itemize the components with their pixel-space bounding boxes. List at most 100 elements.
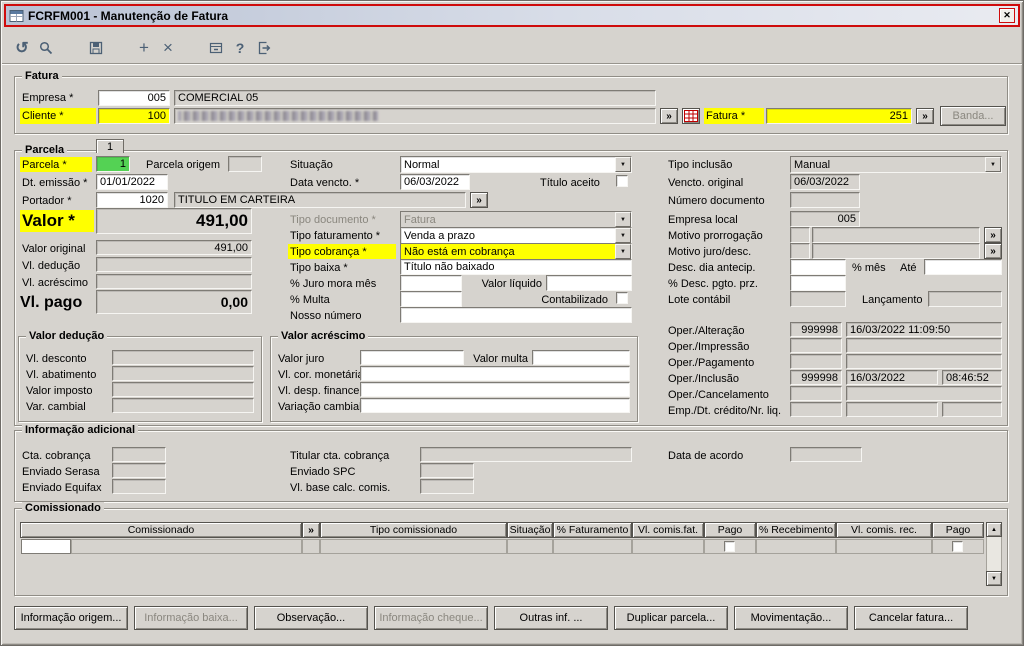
oper-inclusao-label: Oper./Inclusão — [668, 373, 739, 385]
informacao-origem-button[interactable]: Informação origem... — [14, 606, 128, 630]
multa-label: % Multa — [290, 294, 330, 306]
parcela-label: Parcela * — [20, 157, 92, 172]
enviado-equifax-field — [112, 479, 166, 494]
comissionado-row-edit-cell[interactable] — [21, 539, 71, 554]
col-header-vl-comis-fat[interactable]: Vl. comis.fat. — [632, 522, 704, 538]
save-button[interactable] — [84, 36, 108, 60]
col-header-vl-comis-rec[interactable]: Vl. comis. rec. — [836, 522, 932, 538]
col-header-tipo-comissionado[interactable]: Tipo comissionado — [320, 522, 507, 538]
oper-impressao-label: Oper./Impressão — [668, 341, 750, 353]
vl-cor-monetaria-field[interactable] — [360, 366, 630, 381]
desc-pgto-label: % Desc. pgto. prz. — [668, 278, 758, 290]
cliente-name-field — [174, 108, 656, 124]
tipo-baixa-label: Tipo baixa * — [290, 262, 348, 274]
titulo-aceito-checkbox[interactable] — [616, 175, 628, 187]
comissionado-row-cell — [71, 539, 302, 554]
emp-dt-credito-field-2 — [846, 402, 938, 417]
x-icon: × — [163, 38, 173, 57]
outras-inf-button[interactable]: Outras inf. ... — [494, 606, 608, 630]
ate-label: Até — [900, 262, 917, 274]
valor-juro-label: Valor juro — [278, 353, 325, 365]
var-cambial-field — [112, 398, 254, 413]
oper-pagamento-label: Oper./Pagamento — [668, 357, 755, 369]
parcela-tab-1[interactable]: 1 — [96, 139, 124, 153]
desc-dia-field[interactable] — [790, 259, 846, 275]
col-header-pago-1[interactable]: Pago — [704, 522, 756, 538]
scroll-down-icon[interactable]: ▼ — [986, 571, 1002, 586]
vencto-original-field: 06/03/2022 — [790, 174, 860, 190]
chevron-down-icon[interactable]: ▼ — [615, 157, 631, 172]
empresa-local-field: 005 — [790, 211, 860, 227]
exit-button[interactable] — [252, 36, 276, 60]
help-button[interactable]: ? — [228, 36, 252, 60]
dt-emissao-field[interactable]: 01/01/2022 — [96, 174, 168, 190]
col-header-lookup-button[interactable]: » — [302, 522, 320, 538]
pago-rec-checkbox[interactable] — [952, 541, 963, 552]
juro-mora-field[interactable] — [400, 275, 462, 291]
situacao-label: Situação — [290, 159, 333, 171]
valor-liquido-label: Valor líquido — [481, 278, 542, 290]
add-button[interactable]: + — [132, 36, 156, 60]
vl-desp-financeira-field[interactable] — [360, 382, 630, 397]
motivo-juro-lookup-button[interactable]: » — [984, 243, 1002, 259]
oper-impressao-code-field — [790, 338, 842, 353]
valor-juro-field[interactable] — [360, 350, 464, 365]
portador-lookup-button[interactable]: » — [470, 192, 488, 208]
refresh-button[interactable]: ↺ — [10, 36, 34, 60]
tipo-cobranca-label: Tipo cobrança * — [288, 244, 396, 259]
valor-imposto-field — [112, 382, 254, 397]
informacao-cheque-button: Informação cheque... — [374, 606, 488, 630]
pago-fat-checkbox[interactable] — [724, 541, 735, 552]
fatura-lookup-button[interactable]: » — [916, 108, 934, 124]
valor-multa-field[interactable] — [532, 350, 630, 365]
situacao-combo[interactable]: Normal ▼ — [400, 156, 632, 173]
portador-code-field[interactable]: 1020 — [96, 192, 168, 208]
search-button[interactable] — [34, 36, 58, 60]
desc-pgto-field[interactable] — [790, 275, 846, 291]
vl-desconto-field — [112, 350, 254, 365]
motivo-juro-desc-field — [812, 243, 980, 259]
parcela-number-field[interactable]: 1 — [96, 156, 130, 172]
contabilizado-checkbox — [616, 292, 628, 304]
comissionado-legend: Comissionado — [22, 502, 104, 515]
cliente-table-action-button[interactable] — [682, 108, 700, 124]
chevron-down-icon[interactable]: ▼ — [615, 244, 631, 259]
col-header-situacao[interactable]: Situação — [507, 522, 553, 538]
empresa-code-field[interactable]: 005 — [98, 90, 170, 106]
data-vencto-field[interactable]: 06/03/2022 — [400, 174, 470, 190]
cliente-code-field[interactable]: 100 — [98, 108, 170, 124]
variacao-cambial-field[interactable] — [360, 398, 630, 413]
contabilizado-label: Contabilizado — [541, 294, 608, 306]
nosso-numero-field[interactable] — [400, 307, 632, 323]
close-button[interactable]: ✕ — [999, 8, 1015, 23]
parcela-legend: Parcela — [22, 144, 68, 157]
valor-liquido-field[interactable] — [546, 275, 632, 291]
parcela-origem-field — [228, 156, 262, 172]
col-header-pago-2[interactable]: Pago — [932, 522, 984, 538]
titular-cta-label: Titular cta. cobrança — [290, 450, 390, 462]
scroll-up-icon[interactable]: ▲ — [986, 522, 1002, 537]
duplicar-parcela-button[interactable]: Duplicar parcela... — [614, 606, 728, 630]
ate-field[interactable] — [924, 259, 1002, 275]
tipo-cobranca-combo[interactable]: Não está em cobrança ▼ — [400, 243, 632, 260]
col-header-pct-faturamento[interactable]: % Faturamento — [553, 522, 632, 538]
nosso-numero-label: Nosso número — [290, 310, 362, 322]
movimentacao-button[interactable]: Movimentação... — [734, 606, 848, 630]
delete-button[interactable]: × — [156, 36, 180, 60]
col-header-pct-recebimento[interactable]: % Recebimento — [756, 522, 836, 538]
cancelar-fatura-button[interactable]: Cancelar fatura... — [854, 606, 968, 630]
data-acordo-label: Data de acordo — [668, 450, 744, 462]
multa-field[interactable] — [400, 291, 462, 307]
fatura-number-field[interactable]: 251 — [766, 108, 912, 124]
cliente-lookup-button[interactable]: » — [660, 108, 678, 124]
motivo-prorrogacao-code-field — [790, 227, 810, 243]
lancamento-label: Lançamento — [862, 294, 923, 306]
tipo-faturamento-combo[interactable]: Venda a prazo ▼ — [400, 227, 632, 244]
observacao-button[interactable]: Observação... — [254, 606, 368, 630]
motivo-prorrogacao-lookup-button[interactable]: » — [984, 227, 1002, 243]
col-header-comissionado[interactable]: Comissionado — [20, 522, 302, 538]
vl-base-calc-field — [420, 479, 474, 494]
oper-cancelamento-code-field — [790, 386, 842, 401]
archive-button[interactable] — [204, 36, 228, 60]
chevron-down-icon[interactable]: ▼ — [615, 228, 631, 243]
